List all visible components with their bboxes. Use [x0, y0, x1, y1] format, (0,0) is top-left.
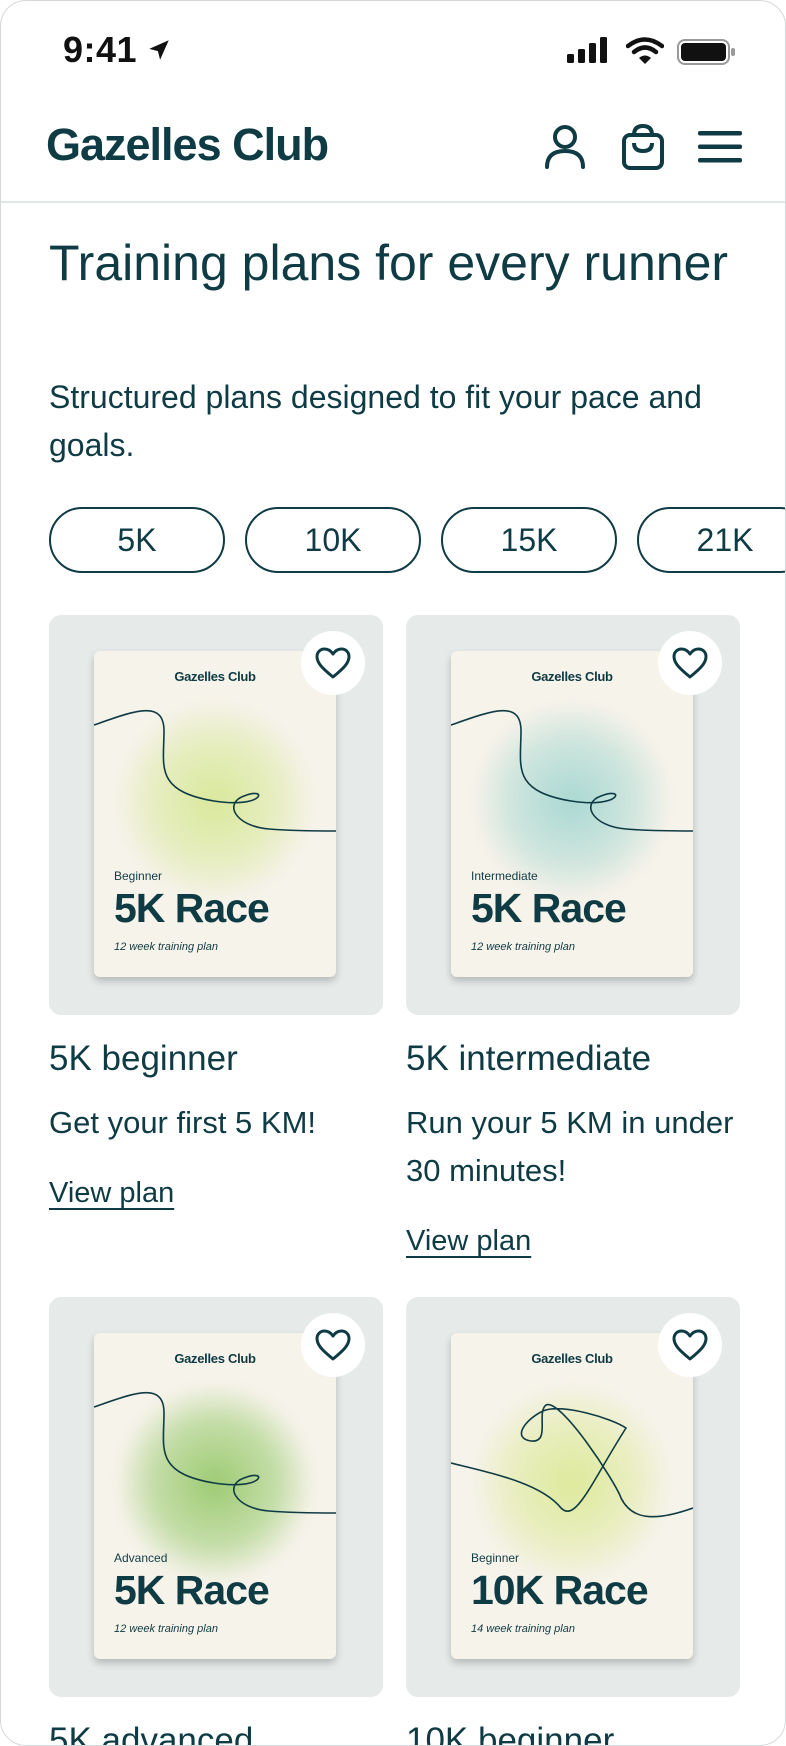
cover-plan-length: 12 week training plan [114, 1623, 218, 1635]
cover-brand: Gazelles Club [531, 669, 613, 684]
cover-title: 10K Race [471, 1567, 649, 1613]
cover-brand: Gazelles Club [531, 1351, 613, 1366]
heart-icon [315, 647, 351, 679]
favorite-button[interactable] [658, 1313, 722, 1377]
page-subtitle: Structured plans designed to fit your pa… [49, 379, 702, 463]
menu-button[interactable] [692, 119, 748, 175]
cover-level: Beginner [471, 1551, 520, 1565]
plan-book-cover: Gazelles Club Advanced 5K Race 12 week t… [94, 1333, 336, 1659]
phone-screen: 9:41 Gazelles Club Training plans for ev… [0, 0, 786, 1746]
cellular-signal-icon [567, 37, 611, 68]
user-icon [545, 125, 585, 169]
status-bar: 9:41 [1, 1, 785, 101]
filter-chip-15k[interactable]: 15K [441, 507, 617, 573]
top-navigation-bar: Gazelles Club [1, 101, 785, 203]
plan-name: 5K intermediate [406, 1039, 652, 1078]
status-time: 9:41 [63, 29, 138, 70]
battery-icon [677, 39, 737, 70]
view-plan-link[interactable]: View plan [49, 1177, 174, 1210]
plan-name: 5K beginner [49, 1039, 238, 1078]
cover-brand: Gazelles Club [174, 1351, 256, 1366]
plan-book-cover: Gazelles Club Beginner 5K Race 12 week t… [94, 651, 336, 977]
filter-chip-21k[interactable]: 21K [637, 507, 785, 573]
location-arrow-icon [146, 37, 172, 68]
plan-cover-image[interactable]: Gazelles Club Beginner 10K Race 14 week … [406, 1297, 740, 1697]
distance-filter-bar: 5K 10K 15K 21K [49, 507, 785, 577]
favorite-button[interactable] [658, 631, 722, 695]
plan-book-cover: Gazelles Club Intermediate 5K Race 12 we… [451, 651, 693, 977]
cover-brand: Gazelles Club [174, 669, 256, 684]
cover-level: Advanced [114, 1551, 168, 1565]
plan-cover-image[interactable]: Gazelles Club Intermediate 5K Race 12 we… [406, 615, 740, 1015]
shopping-bag-icon [622, 123, 664, 170]
heart-icon [315, 1329, 351, 1361]
page-title: Training plans for every runner [49, 235, 729, 291]
wifi-icon [625, 37, 665, 70]
plan-name: 10K beginner [406, 1721, 615, 1746]
cart-button[interactable] [615, 119, 671, 175]
user-account-button[interactable] [537, 119, 593, 175]
cover-plan-length: 14 week training plan [471, 1623, 575, 1635]
cover-level: Beginner [114, 869, 163, 883]
favorite-button[interactable] [301, 1313, 365, 1377]
heart-icon [672, 1329, 708, 1361]
brand-logo[interactable]: Gazelles Club [46, 119, 329, 171]
plan-book-cover: Gazelles Club Beginner 10K Race 14 week … [451, 1333, 693, 1659]
plan-description: Get your first 5 KM! [49, 1105, 317, 1140]
plan-cover-image[interactable]: Gazelles Club Beginner 5K Race 12 week t… [49, 615, 383, 1015]
plan-cover-image[interactable]: Gazelles Club Advanced 5K Race 12 week t… [49, 1297, 383, 1697]
view-plan-link[interactable]: View plan [406, 1225, 531, 1258]
heart-icon [672, 647, 708, 679]
cover-title: 5K Race [114, 1567, 270, 1613]
filter-chip-10k[interactable]: 10K [245, 507, 421, 573]
cover-level: Intermediate [471, 869, 538, 883]
favorite-button[interactable] [301, 631, 365, 695]
plan-name: 5K advanced [49, 1721, 254, 1746]
plan-description: Run your 5 KM in under 30 minutes! [406, 1105, 734, 1188]
cover-title: 5K Race [114, 885, 270, 931]
cover-title: 5K Race [471, 885, 627, 931]
cover-plan-length: 12 week training plan [471, 941, 575, 953]
cover-plan-length: 12 week training plan [114, 941, 218, 953]
filter-chip-5k[interactable]: 5K [49, 507, 225, 573]
hamburger-menu-icon [698, 131, 742, 163]
